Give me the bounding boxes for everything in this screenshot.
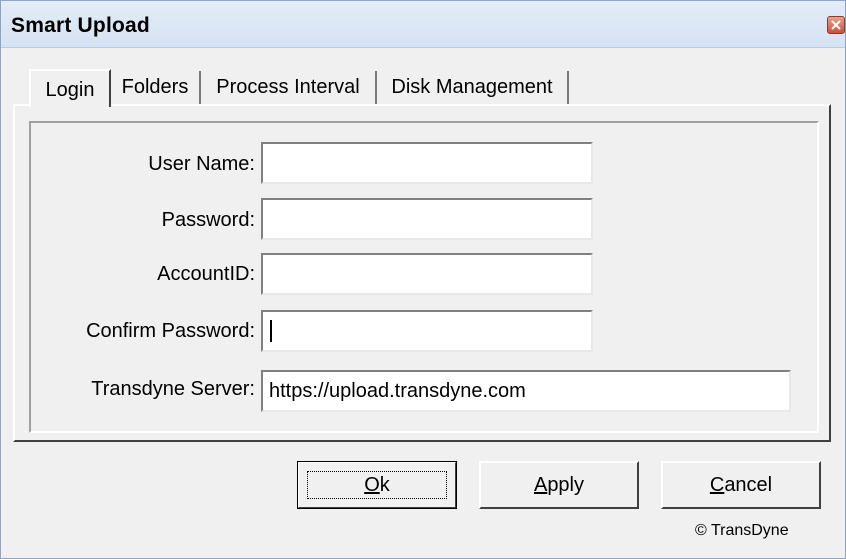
title-bar[interactable]: Smart Upload <box>1 1 845 48</box>
ok-label-rest: k <box>379 473 390 496</box>
cancel-mnemonic: C <box>709 473 725 496</box>
ok-button[interactable]: Ok <box>297 461 457 509</box>
smart-upload-dialog: Smart Upload Login Folders Process Inter… <box>0 0 846 559</box>
apply-label-rest: pply <box>547 473 585 496</box>
tab-process-interval[interactable]: Process Interval <box>201 71 377 105</box>
tab-label: Disk Management <box>391 76 553 98</box>
tab-label: Folders <box>121 76 189 98</box>
password-label: Password: <box>161 209 255 231</box>
ok-mnemonic: O <box>364 473 380 496</box>
tab-disk-management[interactable]: Disk Management <box>377 71 569 105</box>
tab-folders[interactable]: Folders <box>111 71 201 105</box>
confirm-password-input[interactable] <box>261 310 593 352</box>
tab-login[interactable]: Login <box>29 69 111 107</box>
cancel-label-rest: ancel <box>724 473 773 496</box>
transdyne-server-label: Transdyne Server: <box>91 378 255 400</box>
account-id-input[interactable] <box>261 253 593 295</box>
account-id-label: AccountID: <box>157 263 255 285</box>
text-cursor <box>270 320 272 342</box>
user-name-label: User Name: <box>148 153 255 175</box>
copyright-text: © TransDyne <box>695 522 789 539</box>
apply-mnemonic: A <box>533 473 548 496</box>
apply-button[interactable]: Apply <box>479 461 639 509</box>
window-title: Smart Upload <box>11 14 150 37</box>
close-button[interactable] <box>827 16 845 34</box>
confirm-password-label: Confirm Password: <box>86 320 255 342</box>
transdyne-server-input[interactable] <box>261 370 791 412</box>
tab-label: Process Interval <box>216 76 360 98</box>
password-input[interactable] <box>261 198 593 240</box>
close-icon <box>831 20 841 30</box>
cancel-button[interactable]: Cancel <box>661 461 821 509</box>
tab-label: Login <box>45 79 95 101</box>
user-name-input[interactable] <box>261 142 593 184</box>
